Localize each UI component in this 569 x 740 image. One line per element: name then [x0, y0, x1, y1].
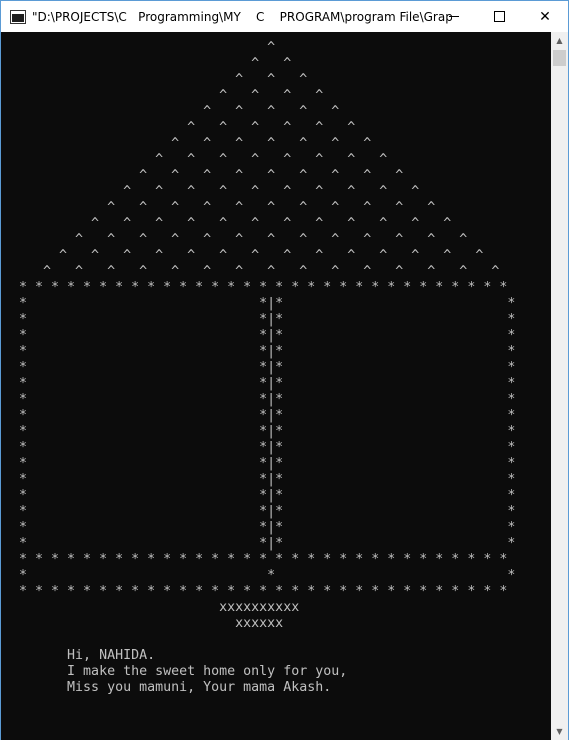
console-line: xxxxxx: [3, 616, 284, 631]
console-window: "D:\PROJECTS\C Programming\MY C PROGRAM\…: [0, 0, 569, 740]
console-line: Hi, NAHIDA.: [3, 648, 156, 663]
console-line: I make the sweet home only for you,: [3, 664, 348, 679]
console-line: ^ ^ ^ ^ ^ ^ ^ ^ ^: [3, 168, 404, 183]
console-line: ^ ^ ^ ^ ^ ^ ^ ^: [3, 152, 388, 167]
scroll-down-arrow-icon: ▼: [556, 727, 563, 736]
console-line: * *|* *: [3, 504, 516, 519]
console-line: ^ ^ ^ ^ ^ ^ ^ ^ ^ ^ ^ ^ ^ ^: [3, 248, 484, 263]
console-line: ^ ^ ^ ^ ^ ^ ^ ^ ^ ^ ^ ^ ^: [3, 232, 468, 247]
console-line: * *|* *: [3, 456, 516, 471]
console-line: * * * * * * * * * * * * * * * * * * * * …: [3, 552, 508, 567]
console-app-icon[interactable]: [10, 9, 26, 24]
console-line: * * *: [3, 568, 516, 583]
console-line: * *|* *: [3, 344, 516, 359]
console-line: * * * * * * * * * * * * * * * * * * * * …: [3, 584, 508, 599]
scroll-up-arrow-icon: ▲: [556, 36, 563, 45]
console-line: ^ ^ ^ ^ ^ ^ ^ ^ ^ ^ ^ ^ ^ ^ ^: [3, 264, 500, 279]
console-line: xxxxxxxxxx: [3, 600, 300, 615]
console-line: ^ ^ ^ ^: [3, 88, 324, 103]
console-line: * *|* *: [3, 328, 516, 343]
minimize-icon: [449, 16, 459, 17]
maximize-icon: [493, 11, 505, 22]
console-line: * *|* *: [3, 536, 516, 551]
console-line: * *|* *: [3, 520, 516, 535]
window-title: "D:\PROJECTS\C Programming\MY C PROGRAM\…: [32, 9, 452, 24]
console-line: * *|* *: [3, 312, 516, 327]
scrollbar-thumb[interactable]: [553, 50, 566, 66]
console-line: * *|* *: [3, 392, 516, 407]
console-line: * *|* *: [3, 296, 516, 311]
console-line: Miss you mamuni, Your mama Akash.: [3, 680, 332, 695]
console-line: * *|* *: [3, 440, 516, 455]
console-text: ^ ^ ^ ^ ^ ^ ^ ^ ^ ^ ^ ^ ^ ^ ^ ^ ^ ^ ^ ^ …: [3, 40, 515, 696]
console-line: ^: [3, 40, 276, 55]
console-line: ^ ^ ^ ^ ^ ^ ^: [3, 136, 372, 151]
console-line: * *|* *: [3, 472, 516, 487]
console-line: ^ ^ ^ ^ ^ ^: [3, 120, 356, 135]
console-line: * *|* *: [3, 360, 516, 375]
console-line: ^ ^: [3, 56, 292, 71]
scroll-down-button[interactable]: ▼: [551, 723, 568, 740]
console-line: ^ ^ ^ ^ ^ ^ ^ ^ ^ ^ ^: [3, 200, 436, 215]
close-button[interactable]: ✕: [522, 1, 568, 32]
console-line: ^ ^ ^: [3, 72, 308, 87]
console-line: ^ ^ ^ ^ ^ ^ ^ ^ ^ ^ ^ ^: [3, 216, 452, 231]
close-icon: ✕: [539, 8, 551, 25]
console-line: * * * * * * * * * * * * * * * * * * * * …: [3, 280, 508, 295]
console-line: * *|* *: [3, 408, 516, 423]
console-output-area[interactable]: ^ ^ ^ ^ ^ ^ ^ ^ ^ ^ ^ ^ ^ ^ ^ ^ ^ ^ ^ ^ …: [1, 32, 551, 740]
console-line: ^ ^ ^ ^ ^: [3, 104, 340, 119]
maximize-button[interactable]: [476, 1, 522, 32]
title-bar[interactable]: "D:\PROJECTS\C Programming\MY C PROGRAM\…: [1, 1, 568, 32]
minimize-button[interactable]: [431, 1, 477, 32]
console-line: ^ ^ ^ ^ ^ ^ ^ ^ ^ ^: [3, 184, 420, 199]
scroll-up-button[interactable]: ▲: [551, 32, 568, 49]
console-line: * *|* *: [3, 488, 516, 503]
vertical-scrollbar[interactable]: ▲ ▼: [551, 32, 568, 740]
console-line: * *|* *: [3, 376, 516, 391]
console-line: * *|* *: [3, 424, 516, 439]
